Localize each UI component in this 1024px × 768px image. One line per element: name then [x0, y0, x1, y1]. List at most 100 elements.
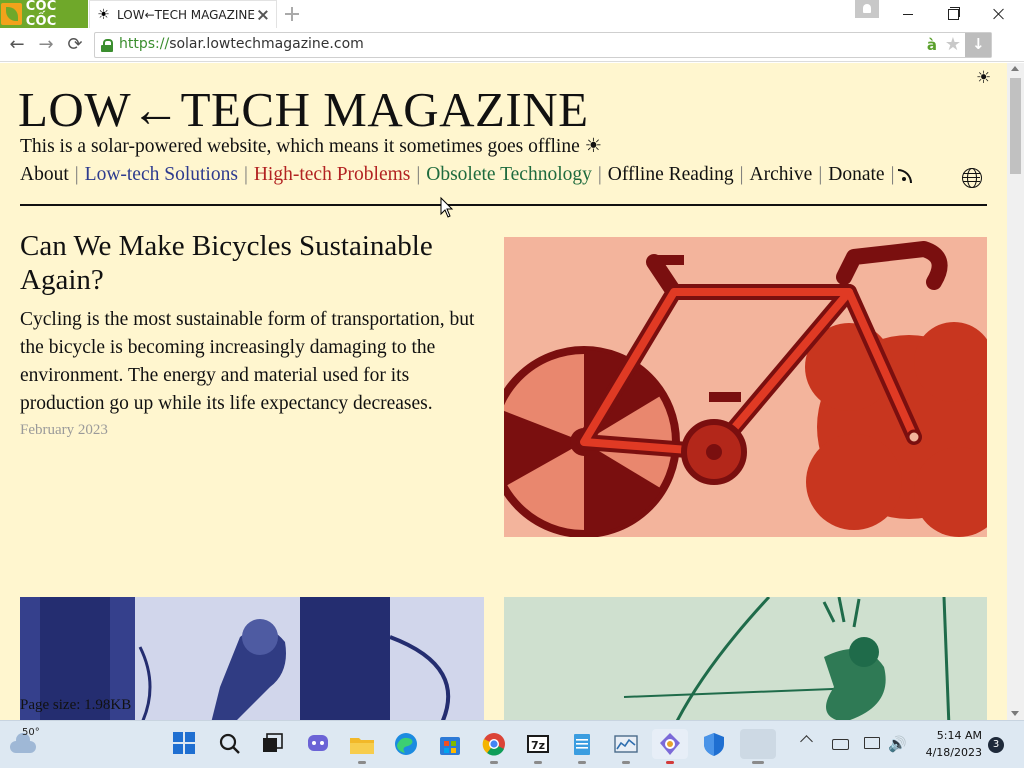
- notepad-icon[interactable]: [567, 729, 597, 764]
- clock-time[interactable]: 5:14 AM: [926, 729, 982, 742]
- tab-title: LOW←TECH MAGAZINE: [117, 7, 255, 22]
- task-view-glyph: [263, 733, 283, 752]
- clock-date[interactable]: 4/18/2023: [918, 746, 982, 759]
- store-icon[interactable]: [435, 729, 465, 759]
- edge-glyph: [395, 733, 417, 755]
- running-indicator: [622, 761, 630, 764]
- show-hidden-icons-icon[interactable]: [800, 735, 813, 748]
- notification-badge[interactable]: 3: [988, 737, 1004, 753]
- browser-tab[interactable]: ☀ LOW←TECH MAGAZINE: [89, 0, 277, 28]
- running-indicator: [490, 761, 498, 764]
- theme-toggle-sun-icon[interactable]: ☀: [976, 68, 991, 88]
- close-window-button[interactable]: [976, 0, 1022, 28]
- nav-offline-reading[interactable]: Offline Reading: [608, 164, 734, 186]
- web-page: ☀ LOW←TECH MAGAZINE This is a solar-powe…: [0, 63, 1007, 720]
- task-view-icon[interactable]: [258, 729, 288, 759]
- archery-green-image[interactable]: [504, 597, 987, 720]
- nav-high-tech-problems[interactable]: High-tech Problems: [254, 164, 411, 186]
- minimize-button[interactable]: [885, 0, 931, 28]
- url-text[interactable]: https://solar.lowtechmagazine.com: [119, 36, 364, 52]
- weather-temperature: 50°: [22, 727, 40, 738]
- coccoc-menu-button[interactable]: CỐC CỐC: [0, 0, 88, 29]
- nav-divider: [20, 204, 987, 206]
- page-size-indicator: Page size: 1.98KB: [20, 697, 132, 713]
- coccoc-glyph: [660, 733, 680, 755]
- blank-window-icon[interactable]: [740, 729, 776, 764]
- 7zip-glyph: 7z: [527, 735, 549, 753]
- new-tab-button[interactable]: [284, 6, 300, 22]
- url-protocol: https://: [119, 36, 170, 52]
- featured-article-title[interactable]: Can We Make Bicycles Sustainable Again?: [20, 229, 490, 297]
- coccoc-icon[interactable]: [652, 729, 688, 764]
- running-indicator: [358, 761, 366, 764]
- url-host: solar.lowtechmagazine.com: [169, 36, 364, 52]
- chat-glyph: [308, 735, 328, 751]
- folder-glyph: [350, 738, 374, 754]
- active-indicator: [666, 761, 674, 764]
- nav-separator: |: [74, 164, 79, 185]
- savior-download-icon[interactable]: [965, 33, 991, 57]
- store-glyph: [440, 737, 460, 755]
- bookmark-star-icon[interactable]: ★: [945, 34, 961, 55]
- page-scrollbar[interactable]: [1007, 63, 1024, 720]
- featured-article-summary: Cycling is the most sustainable form of …: [20, 309, 475, 414]
- scroll-down-arrow-icon[interactable]: [1011, 711, 1019, 716]
- teams-chat-icon[interactable]: [303, 729, 333, 759]
- weather-widget[interactable]: 50°: [8, 727, 40, 761]
- nav-separator: |: [739, 164, 744, 185]
- defender-icon[interactable]: [699, 729, 729, 759]
- mouse-cursor-icon: [440, 196, 454, 218]
- chrome-icon[interactable]: [479, 729, 509, 764]
- bicycle-illustration: [504, 237, 987, 537]
- shield-glyph: [704, 733, 724, 756]
- archer-illustration: [504, 597, 987, 720]
- nav-separator: |: [890, 164, 895, 185]
- nav-archive[interactable]: Archive: [750, 164, 813, 186]
- running-indicator: [534, 761, 542, 764]
- lock-icon[interactable]: [101, 39, 113, 52]
- browser-brand-label: CỐC CỐC: [25, 0, 57, 29]
- search-icon[interactable]: [215, 729, 245, 759]
- 7zip-label: 7z: [531, 739, 545, 752]
- address-bar[interactable]: https://solar.lowtechmagazine.com à ★: [94, 32, 992, 58]
- running-indicator: [752, 761, 764, 764]
- start-icon[interactable]: [170, 729, 200, 759]
- site-title[interactable]: LOW←TECH MAGAZINE: [18, 81, 589, 138]
- notepad-glyph: [574, 734, 590, 755]
- forward-button[interactable]: →: [35, 34, 57, 56]
- reload-button[interactable]: ⟳: [64, 34, 86, 56]
- nav-about[interactable]: About: [20, 164, 69, 186]
- file-explorer-icon[interactable]: [347, 729, 377, 764]
- restore-button[interactable]: [930, 0, 976, 28]
- scrollbar-thumb[interactable]: [1010, 78, 1021, 174]
- nav-donate[interactable]: Donate: [828, 164, 884, 186]
- tab-strip: CỐC CỐC ☀ LOW←TECH MAGAZINE: [0, 0, 1024, 29]
- back-button[interactable]: ←: [6, 34, 28, 56]
- network-icon[interactable]: [864, 737, 880, 749]
- scroll-up-arrow-icon[interactable]: [1011, 66, 1019, 71]
- nav-separator: |: [416, 164, 421, 185]
- page-viewport: ☀ LOW←TECH MAGAZINE This is a solar-powe…: [0, 63, 1024, 720]
- nav-obsolete-technology[interactable]: Obsolete Technology: [426, 164, 592, 186]
- browser-toolbar: ← → ⟳ https://solar.lowtechmagazine.com …: [0, 28, 1024, 81]
- 7zip-icon[interactable]: 7z: [523, 729, 553, 764]
- running-indicator: [578, 761, 586, 764]
- sun-icon: ☀: [97, 6, 110, 23]
- magnifier-glyph: [219, 733, 240, 754]
- coccoc-logo-icon: [1, 3, 22, 25]
- language-globe-icon[interactable]: [962, 168, 982, 188]
- edge-icon[interactable]: [391, 729, 421, 759]
- volume-icon[interactable]: 🔊: [888, 735, 907, 753]
- main-nav: About | Low-tech Solutions | High-tech P…: [20, 164, 914, 186]
- site-tagline: This is a solar-powered website, which m…: [20, 136, 603, 157]
- keyboard-icon[interactable]: [832, 739, 849, 750]
- resource-monitor-icon[interactable]: [611, 729, 641, 764]
- profile-button[interactable]: [855, 0, 879, 18]
- close-tab-icon[interactable]: [255, 7, 270, 23]
- nav-low-tech-solutions[interactable]: Low-tech Solutions: [85, 164, 238, 186]
- coccoc-extension-icon[interactable]: à: [927, 36, 937, 54]
- featured-bicycle-image[interactable]: [504, 237, 987, 537]
- rss-icon[interactable]: [898, 169, 914, 183]
- chrome-glyph: [482, 733, 505, 756]
- nav-separator: |: [818, 164, 823, 185]
